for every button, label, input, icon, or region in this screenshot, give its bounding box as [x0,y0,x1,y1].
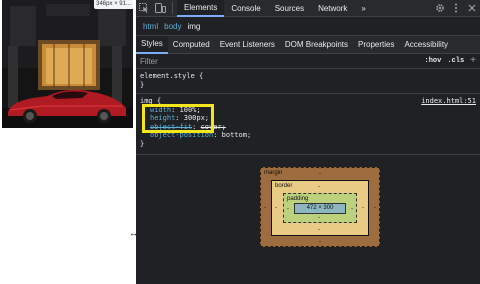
padding-left-value[interactable]: - [287,206,289,212]
img-rule-close: } [140,139,145,148]
subtab-computed[interactable]: Computed [168,36,215,54]
gear-icon[interactable] [432,0,448,16]
breadcrumb-body[interactable]: body [161,22,184,31]
new-rule-button[interactable]: + [470,56,476,66]
close-icon[interactable] [464,0,480,16]
filter-bar: :hov .cls + [136,54,480,69]
border-left-value[interactable]: - [275,205,277,211]
margin-top-value[interactable]: - [319,171,321,177]
tab-console[interactable]: Console [224,0,267,17]
margin-left-value[interactable]: - [264,205,266,211]
breadcrumb: html body img [136,17,480,36]
size-tooltip: 346px × 91... [94,0,133,9]
margin-label: margin [264,170,283,176]
source-link[interactable]: index.html:51 [421,97,476,106]
padding-label: padding [287,196,309,202]
tab-network[interactable]: Network [311,0,354,17]
margin-bottom-value[interactable]: - [319,239,321,245]
devtools-toolbar: Elements Console Sources Network » [136,0,480,17]
subtab-styles[interactable]: Styles [136,35,168,54]
element-style-selector[interactable]: element.style { [140,72,476,81]
element-style-close: } [140,80,145,89]
devtools-panel: Elements Console Sources Network » html … [136,0,480,284]
element-style-rule: element.style { } [136,69,480,94]
more-tabs-button[interactable]: » [354,0,372,17]
border-top-value[interactable]: - [318,184,320,190]
cls-toggle-button[interactable]: .cls [447,57,464,65]
breadcrumb-img[interactable]: img [184,22,203,31]
subtab-properties[interactable]: Properties [353,36,399,54]
device-toggle-icon[interactable] [152,0,168,16]
tab-elements[interactable]: Elements [177,0,225,17]
toolbar-divider [172,2,173,14]
box-model-border[interactable]: border - - - - padding - - - 472 × 300 [271,180,369,236]
highlight-annotation [142,104,214,133]
border-bottom-value[interactable]: - [318,227,320,233]
car-photo[interactable]: 346px × 91... [2,0,133,128]
subtab-accessibility[interactable]: Accessibility [399,36,453,54]
border-label: border [275,183,293,189]
cursor-arrow-icon[interactable] [136,0,152,16]
box-model-margin[interactable]: margin - - - - border - - - - padding - … [260,167,380,247]
subtab-dom-breakpoints[interactable]: DOM Breakpoints [280,36,353,54]
car-photo-art [2,0,133,128]
breadcrumb-html[interactable]: html [140,22,161,31]
box-model-padding[interactable]: padding - - - 472 × 300 [283,193,357,223]
box-model-content[interactable]: 472 × 300 [294,203,346,214]
subtab-event-listeners[interactable]: Event Listeners [215,36,280,54]
vertical-dots-icon[interactable] [448,0,464,16]
page-preview: 346px × 91... ↔ [0,0,138,284]
img-style-rule: img { index.html:51 width: 100%; height:… [136,94,480,155]
border-right-value[interactable]: - [362,205,364,211]
padding-right-value[interactable]: - [351,206,353,212]
filter-input[interactable] [140,56,340,66]
prop-value[interactable]: bottom; [222,131,252,139]
hov-toggle-button[interactable]: :hov [425,57,442,65]
padding-bottom-value[interactable]: - [318,215,320,221]
styles-subtabs: Styles Computed Event Listeners DOM Brea… [136,35,480,54]
margin-right-value[interactable]: - [374,205,376,211]
tab-sources[interactable]: Sources [268,0,311,17]
